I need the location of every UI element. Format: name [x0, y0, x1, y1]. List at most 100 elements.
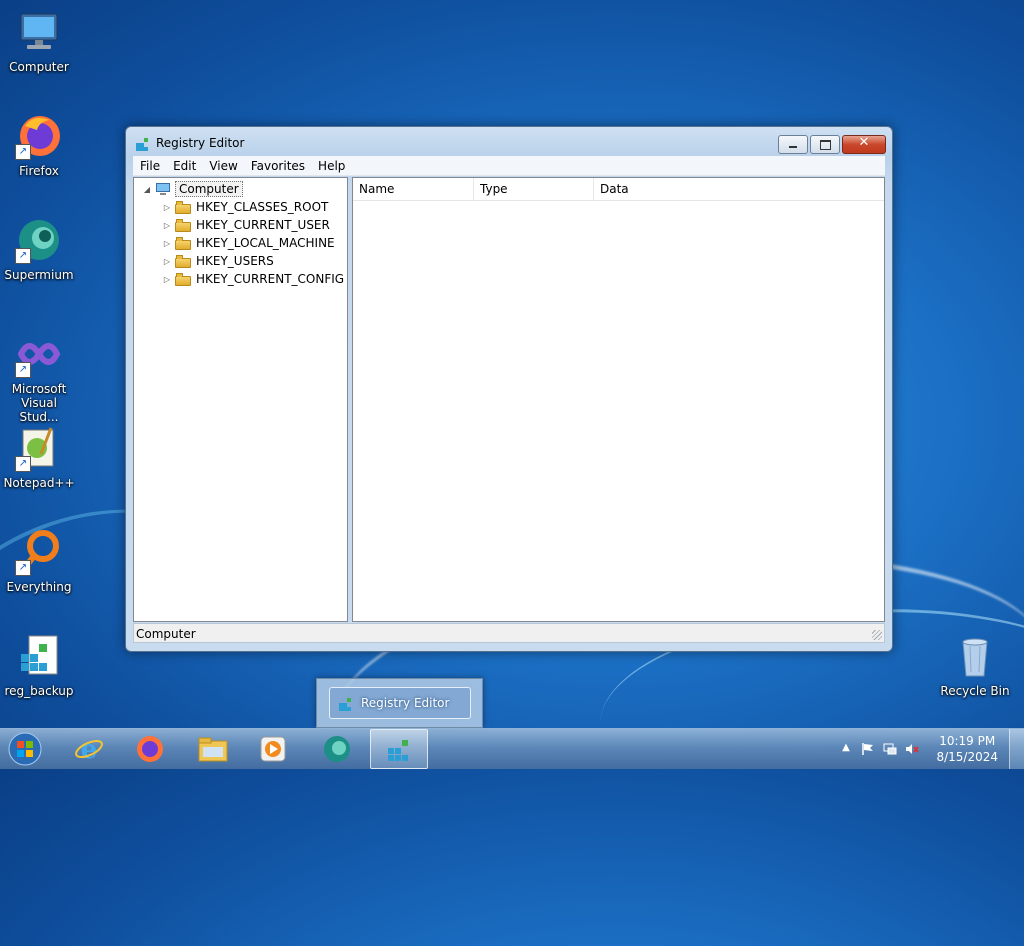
show-desktop-button[interactable]: [1009, 729, 1024, 769]
taskbar-file-explorer[interactable]: [184, 729, 242, 769]
regedit-icon: [338, 695, 354, 711]
folder-icon: [175, 218, 191, 232]
tree-label: HKEY_LOCAL_MACHINE: [196, 236, 335, 250]
taskbar: e ▲ 10:19 PM 8/15/2024: [0, 728, 1024, 769]
media-player-icon: [260, 736, 286, 762]
column-header-row: Name Type Data: [353, 178, 884, 201]
recycle-bin-icon: [951, 632, 999, 680]
shortcut-arrow-icon: ↗: [15, 144, 31, 160]
expand-arrow-icon[interactable]: ▷: [162, 257, 172, 266]
collapse-arrow-icon[interactable]: ◢: [142, 185, 152, 194]
window-title: Registry Editor: [156, 136, 245, 150]
expand-arrow-icon[interactable]: ▷: [162, 203, 172, 212]
menu-file[interactable]: File: [133, 159, 166, 173]
taskbar-thumbnail-popup[interactable]: Registry Editor: [316, 678, 483, 728]
registry-file-icon: [15, 632, 63, 680]
start-button[interactable]: [4, 731, 46, 767]
column-header-name[interactable]: Name: [353, 178, 474, 200]
supermium-icon: ↗: [15, 216, 63, 264]
desktop-icon-label: reg_backup: [4, 684, 74, 698]
menu-help[interactable]: Help: [311, 159, 351, 173]
menu-edit[interactable]: Edit: [166, 159, 202, 173]
folder-icon: [175, 254, 191, 268]
tree-node-hkey[interactable]: ▷ HKEY_CURRENT_CONFIG: [162, 270, 344, 288]
firefox-icon: ↗: [15, 112, 63, 160]
notepadpp-icon: ↗: [15, 424, 63, 472]
regedit-icon: [135, 135, 151, 151]
folder-icon: [198, 737, 228, 762]
expand-arrow-icon[interactable]: ▷: [162, 239, 172, 248]
registry-tree[interactable]: ◢ Computer ▷ HKEY_CLASSES_ROOT ▷ HKEY_CU…: [133, 177, 348, 622]
title-bar[interactable]: Registry Editor ✕: [126, 127, 892, 157]
status-bar: Computer: [133, 623, 885, 643]
windows-logo-icon: [8, 732, 42, 766]
notification-area: ▲ 10:19 PM 8/15/2024: [839, 729, 1024, 769]
desktop-icon-label: Supermium: [4, 268, 74, 282]
close-button[interactable]: ✕: [842, 135, 886, 154]
desktop-icon-label: Recycle Bin: [940, 684, 1010, 698]
tree-label: HKEY_CLASSES_ROOT: [196, 200, 329, 214]
desktop-icon-firefox[interactable]: ↗ Firefox: [0, 112, 78, 178]
taskbar-media-player[interactable]: [244, 729, 302, 769]
resize-grip-icon[interactable]: [872, 630, 882, 640]
visual-studio-icon: ↗: [15, 330, 63, 378]
desktop-icon-label: Computer: [9, 60, 69, 74]
everything-search-icon: ↗: [15, 528, 63, 576]
desktop-icon-label: Notepad++: [3, 476, 75, 490]
internet-explorer-icon: e: [75, 735, 103, 764]
shortcut-arrow-icon: ↗: [15, 362, 31, 378]
tree-node-hkey[interactable]: ▷ HKEY_USERS: [162, 252, 274, 270]
maximize-icon: [820, 140, 831, 150]
tree-label: HKEY_CURRENT_USER: [196, 218, 330, 232]
minimize-icon: [789, 146, 797, 148]
folder-icon: [175, 200, 191, 214]
menu-favorites[interactable]: Favorites: [244, 159, 311, 173]
tree-label: HKEY_CURRENT_CONFIG: [196, 272, 345, 286]
minimize-button[interactable]: [778, 135, 808, 154]
tree-label: Computer: [175, 181, 243, 197]
expand-arrow-icon[interactable]: ▷: [162, 275, 172, 284]
desktop-icon-computer[interactable]: Computer: [0, 8, 78, 74]
close-icon: ✕: [858, 135, 870, 150]
values-list[interactable]: Name Type Data: [352, 177, 885, 622]
desktop-icon-visual-studio[interactable]: ↗ Microsoft Visual Stud...: [0, 330, 78, 424]
taskbar-thumbnail-item[interactable]: Registry Editor: [329, 687, 471, 719]
menu-view[interactable]: View: [202, 159, 243, 173]
show-hidden-icons-button[interactable]: ▲: [839, 742, 853, 756]
column-header-data[interactable]: Data: [594, 178, 883, 200]
desktop-icon-label: Everything: [6, 580, 72, 594]
regedit-icon: [388, 740, 408, 761]
expand-arrow-icon[interactable]: ▷: [162, 221, 172, 230]
computer-icon: [155, 182, 171, 196]
shortcut-arrow-icon: ↗: [15, 248, 31, 264]
tree-node-computer[interactable]: ◢ Computer: [142, 180, 243, 198]
maximize-button[interactable]: [810, 135, 840, 154]
desktop-icon-everything[interactable]: ↗ Everything: [0, 528, 78, 594]
taskbar-firefox[interactable]: [121, 729, 179, 769]
clock-time: 10:19 PM: [939, 734, 996, 748]
taskbar-registry-editor[interactable]: [370, 729, 428, 769]
column-header-type[interactable]: Type: [474, 178, 594, 200]
tree-node-hkey[interactable]: ▷ HKEY_LOCAL_MACHINE: [162, 234, 335, 252]
taskbar-internet-explorer[interactable]: e: [60, 729, 118, 769]
system-clock[interactable]: 10:19 PM 8/15/2024: [936, 733, 998, 765]
network-icon[interactable]: [883, 742, 897, 756]
folder-icon: [175, 272, 191, 286]
desktop-icon-label: Firefox: [19, 164, 59, 178]
status-path: Computer: [136, 627, 196, 641]
folder-icon: [175, 236, 191, 250]
taskbar-supermium[interactable]: [308, 729, 366, 769]
desktop-icon-reg-backup[interactable]: reg_backup: [0, 632, 78, 698]
menu-bar: File Edit View Favorites Help: [133, 156, 885, 176]
volume-muted-icon[interactable]: [905, 742, 919, 756]
desktop-icon-supermium[interactable]: ↗ Supermium: [0, 216, 78, 282]
desktop-icon-recycle-bin[interactable]: Recycle Bin: [936, 632, 1014, 698]
supermium-icon: [324, 736, 350, 762]
clock-date: 8/15/2024: [936, 750, 998, 764]
tree-node-hkey[interactable]: ▷ HKEY_CURRENT_USER: [162, 216, 330, 234]
registry-editor-window[interactable]: Registry Editor ✕ File Edit View Favorit…: [125, 126, 893, 652]
desktop-icon-label: Microsoft Visual Stud...: [11, 382, 67, 424]
desktop-icon-notepadpp[interactable]: ↗ Notepad++: [0, 424, 78, 490]
action-center-flag-icon[interactable]: [861, 742, 875, 756]
tree-node-hkey[interactable]: ▷ HKEY_CLASSES_ROOT: [162, 198, 328, 216]
